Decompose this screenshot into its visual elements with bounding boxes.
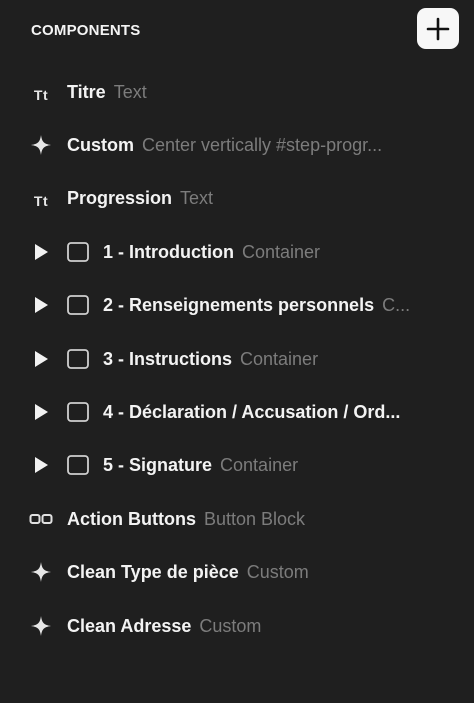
component-label: 5 - Signature Container <box>103 453 446 477</box>
component-label: 4 - Déclaration / Accusation / Ord... <box>103 400 446 424</box>
expand-caret-icon[interactable] <box>31 402 51 422</box>
component-row[interactable]: 3 - Instructions Container <box>0 332 474 385</box>
component-label: 2 - Renseignements personnels C... <box>103 293 446 317</box>
component-name: 3 - Instructions <box>103 348 233 369</box>
plus-icon <box>426 17 450 40</box>
component-type: Button Block <box>203 508 306 529</box>
component-type: Container <box>240 348 319 369</box>
component-type: Text <box>180 188 214 209</box>
component-type: Text <box>113 81 147 102</box>
container-icon <box>66 453 90 477</box>
panel-header: COMPONENTS <box>0 0 474 62</box>
component-label: Custom Center vertically #step-progr... <box>67 133 446 157</box>
component-label: Progression Text <box>67 186 446 210</box>
component-type: C... <box>382 295 411 316</box>
expand-caret-icon[interactable] <box>31 295 51 315</box>
text-icon: Tt <box>33 86 49 103</box>
component-row[interactable]: Clean Adresse Custom <box>0 599 474 652</box>
component-name: 4 - Déclaration / Accusation / Ord... <box>103 402 401 423</box>
sparkle-icon <box>28 613 54 639</box>
expand-caret-icon[interactable] <box>31 455 51 475</box>
component-list: Tt Titre Text Custom Center vertically #step… <box>0 65 474 652</box>
component-label: Action Buttons Button Block <box>67 507 446 531</box>
component-type: Custom <box>246 562 309 583</box>
panel-title: COMPONENTS <box>31 22 141 39</box>
component-type: Container <box>220 455 299 476</box>
component-row[interactable]: 1 - Introduction Container <box>0 225 474 278</box>
component-name: Clean Adresse <box>67 615 192 636</box>
container-icon <box>66 347 90 371</box>
component-row[interactable]: Tt Titre Text <box>0 65 474 118</box>
component-row[interactable]: Action Buttons Button Block <box>0 492 474 545</box>
component-type: Custom <box>199 615 262 636</box>
component-row[interactable]: 5 - Signature Container <box>0 439 474 492</box>
components-panel: COMPONENTS Tt Titre Text Custom Center verti… <box>0 0 474 703</box>
component-label: Clean Adresse Custom <box>67 614 446 638</box>
text-icon: Tt <box>33 193 49 210</box>
component-name: Progression <box>67 188 173 209</box>
component-name: Action Buttons <box>67 508 196 529</box>
add-component-button[interactable] <box>417 8 459 49</box>
expand-caret-icon[interactable] <box>31 242 51 262</box>
component-type: Center vertically #step-progr... <box>142 135 383 156</box>
container-icon <box>66 240 90 264</box>
component-name: 2 - Renseignements personnels <box>103 295 375 316</box>
component-type: Container <box>241 241 321 262</box>
component-name: 5 - Signature <box>103 455 213 476</box>
component-label: Titre Text <box>67 80 446 104</box>
sparkle-icon <box>28 132 54 158</box>
component-row[interactable]: Custom Center vertically #step-progr... <box>0 118 474 171</box>
expand-caret-icon[interactable] <box>31 349 51 369</box>
component-row[interactable]: 2 - Renseignements personnels C... <box>0 279 474 332</box>
component-label: Clean Type de pièce Custom <box>67 560 446 584</box>
component-row[interactable]: 4 - Déclaration / Accusation / Ord... <box>0 385 474 438</box>
component-label: 1 - Introduction Container <box>103 240 446 264</box>
component-row[interactable]: Tt Progression Text <box>0 172 474 225</box>
component-name: Custom <box>67 135 134 156</box>
component-name: Titre <box>67 81 106 102</box>
component-name: Clean Type de pièce <box>67 562 239 583</box>
component-row[interactable]: Clean Type de pièce Custom <box>0 546 474 599</box>
container-icon <box>66 400 90 424</box>
container-icon <box>66 293 90 317</box>
component-label: 3 - Instructions Container <box>103 347 446 371</box>
sparkle-icon <box>28 559 54 585</box>
component-name: 1 - Introduction <box>103 241 234 262</box>
button-block-icon <box>28 506 54 532</box>
